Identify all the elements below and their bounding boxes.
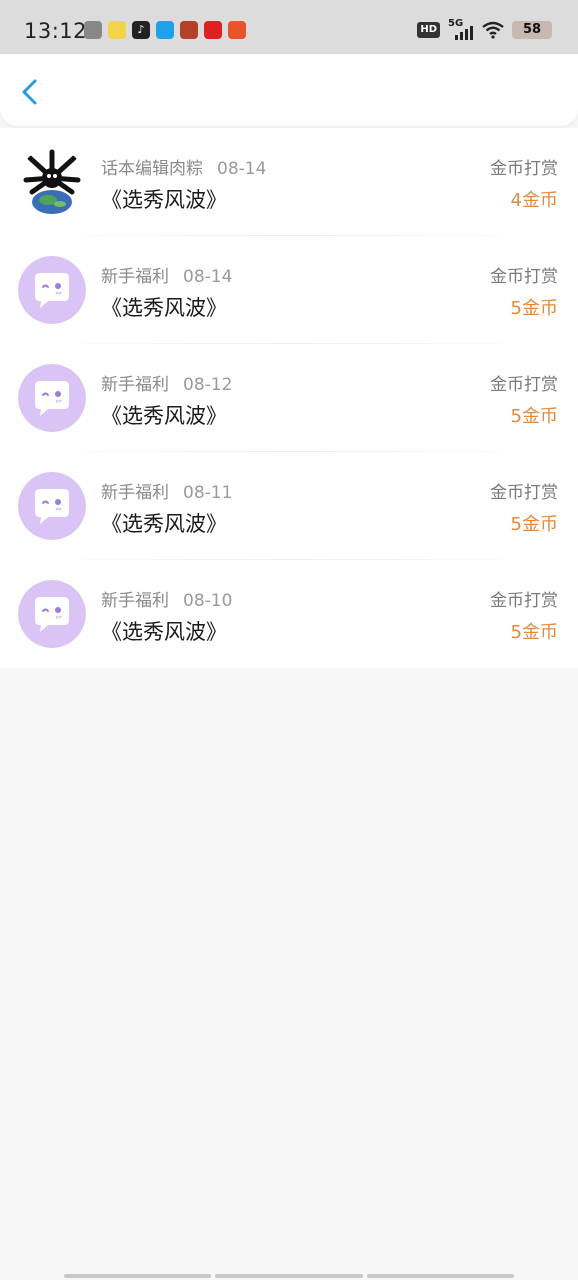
list-item[interactable]: 新手福利 08-12 《选秀风波》 金币打赏 5金币 [0, 344, 578, 452]
record-date: 08-10 [183, 591, 233, 611]
record-type: 金币打赏 [490, 375, 558, 395]
book-title: 《选秀风波》 [101, 296, 227, 320]
sender-name: 新手福利 [101, 483, 169, 503]
back-button[interactable] [14, 74, 50, 110]
chat-bubble-avatar[interactable] [18, 364, 86, 432]
system-icons: HD 5G 58 [417, 18, 552, 40]
coin-amount: 5金币 [510, 514, 558, 535]
sender-name: 话本编辑肉粽 [101, 159, 203, 179]
list-item[interactable]: 话本编辑肉粽 08-14 《选秀风波》 金币打赏 4金币 [0, 128, 578, 236]
list-item[interactable]: 新手福利 08-10 《选秀风波》 金币打赏 5金币 [0, 560, 578, 668]
coin-amount: 4金币 [510, 190, 558, 211]
nav-bar [0, 54, 578, 126]
coin-amount: 5金币 [510, 406, 558, 427]
tiktok-icon: ♪ [132, 21, 150, 39]
app-notification-icon [108, 21, 126, 39]
home-indicator[interactable] [64, 1274, 514, 1278]
coin-amount: 5金币 [510, 622, 558, 643]
battery-indicator: 58 [512, 21, 552, 39]
coin-amount: 5金币 [510, 298, 558, 319]
list-item[interactable]: 新手福利 08-11 《选秀风波》 金币打赏 5金币 [0, 452, 578, 560]
book-title: 《选秀风波》 [101, 188, 227, 212]
app-notification-icon [204, 21, 222, 39]
record-date: 08-14 [183, 267, 233, 287]
sender-name: 新手福利 [101, 267, 169, 287]
sender-name: 新手福利 [101, 591, 169, 611]
sender-name: 新手福利 [101, 375, 169, 395]
record-type: 金币打赏 [490, 591, 558, 611]
reward-record-list: 话本编辑肉粽 08-14 《选秀风波》 金币打赏 4金币 新手福利 08-14 《选… [0, 128, 578, 668]
book-title: 《选秀风波》 [101, 512, 227, 536]
app-notification-icon [84, 21, 102, 39]
hd-badge: HD [417, 22, 440, 38]
chat-bubble-avatar[interactable] [18, 256, 86, 324]
record-date: 08-14 [217, 159, 267, 179]
chat-bubble-avatar[interactable] [18, 580, 86, 648]
record-type: 金币打赏 [490, 267, 558, 287]
list-item[interactable]: 新手福利 08-14 《选秀风波》 金币打赏 5金币 [0, 236, 578, 344]
editor-avatar[interactable] [18, 148, 86, 216]
record-date: 08-12 [183, 375, 233, 395]
book-title: 《选秀风波》 [101, 404, 227, 428]
status-bar: 13:12 ♪ HD 5G 58 [0, 0, 578, 54]
game-notification-icon [180, 21, 198, 39]
status-time: 13:12 [24, 19, 88, 43]
wifi-icon [482, 21, 504, 39]
record-type: 金币打赏 [490, 159, 558, 179]
chevron-left-icon [22, 79, 37, 105]
cellular-signal-icon: 5G [448, 18, 474, 40]
notification-icons: ♪ [84, 21, 246, 39]
record-type: 金币打赏 [490, 483, 558, 503]
chat-bubble-avatar[interactable] [18, 472, 86, 540]
app-notification-icon [156, 21, 174, 39]
book-title: 《选秀风波》 [101, 620, 227, 644]
app-notification-icon [228, 21, 246, 39]
record-date: 08-11 [183, 483, 233, 503]
